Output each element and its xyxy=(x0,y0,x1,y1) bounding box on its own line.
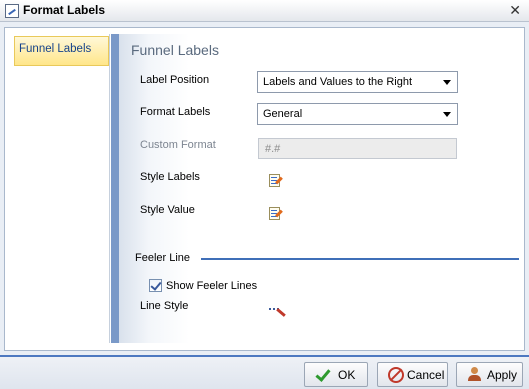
feeler-line-heading: Feeler Line xyxy=(135,252,191,264)
format-labels-select[interactable]: General xyxy=(257,103,458,125)
dialog-body: Funnel Labels Funnel Labels Label Positi… xyxy=(4,27,525,351)
custom-format-label: Custom Format xyxy=(140,139,216,151)
custom-format-input[interactable]: #.# xyxy=(258,138,457,159)
chevron-down-icon[interactable] xyxy=(439,74,455,90)
ok-label: OK xyxy=(338,368,356,382)
apply-label: Apply xyxy=(487,368,518,382)
show-feeler-lines-checkbox[interactable] xyxy=(149,279,162,292)
close-icon[interactable]: ✕ xyxy=(509,2,521,18)
section-divider xyxy=(201,258,519,260)
show-feeler-lines-label[interactable]: Show Feeler Lines xyxy=(166,280,257,292)
cancel-button[interactable]: Cancel xyxy=(377,362,448,387)
format-labels-icon xyxy=(5,4,19,18)
style-labels-edit-icon[interactable] xyxy=(268,173,284,189)
cancel-icon xyxy=(388,367,404,383)
cancel-label: Cancel xyxy=(407,368,445,382)
label-position-select[interactable]: Labels and Values to the Right xyxy=(257,71,458,93)
panel-divider xyxy=(111,34,119,343)
content-panel: Funnel Labels Label Position Labels and … xyxy=(119,34,523,343)
ok-button[interactable]: OK xyxy=(304,362,368,387)
nav-panel: Funnel Labels xyxy=(13,34,110,343)
line-style-icon[interactable] xyxy=(269,304,287,320)
line-style-label: Line Style xyxy=(140,300,189,312)
chevron-down-icon[interactable] xyxy=(439,106,455,122)
label-position-label: Label Position xyxy=(140,74,210,86)
format-labels-label: Format Labels xyxy=(140,106,211,118)
label-position-value: Labels and Values to the Right xyxy=(263,76,413,88)
title-bar: Format Labels ✕ xyxy=(0,0,529,22)
window-title: Format Labels xyxy=(23,3,106,17)
check-icon xyxy=(315,367,331,383)
custom-format-value: #.# xyxy=(265,143,281,155)
format-labels-value: General xyxy=(263,108,303,120)
panel-title: Funnel Labels xyxy=(131,42,219,58)
nav-item-funnel-labels[interactable]: Funnel Labels xyxy=(14,36,109,66)
button-bar: OK Cancel Apply xyxy=(0,355,529,389)
apply-button[interactable]: Apply xyxy=(456,362,523,387)
style-labels-label: Style Labels xyxy=(140,171,200,183)
apply-user-icon xyxy=(467,367,483,383)
style-value-edit-icon[interactable] xyxy=(268,206,284,222)
style-value-label: Style Value xyxy=(140,204,195,216)
